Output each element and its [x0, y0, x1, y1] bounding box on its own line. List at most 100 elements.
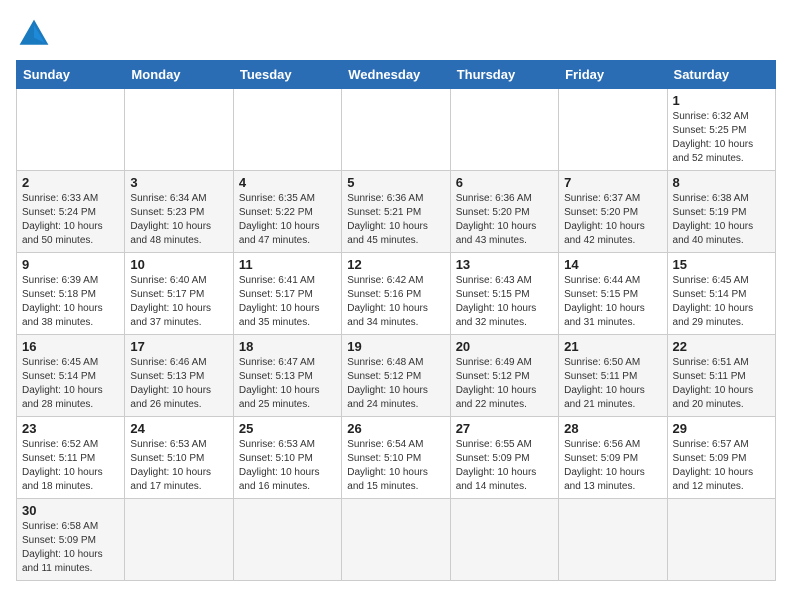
- day-info: Sunrise: 6:51 AM Sunset: 5:11 PM Dayligh…: [673, 356, 770, 412]
- day-info: Sunrise: 6:36 AM Sunset: 5:21 PM Dayligh…: [347, 192, 444, 248]
- day-number: 27: [456, 421, 553, 436]
- calendar-header-row: SundayMondayTuesdayWednesdayThursdayFrid…: [17, 61, 776, 89]
- day-info: Sunrise: 6:58 AM Sunset: 5:09 PM Dayligh…: [22, 520, 119, 576]
- calendar-cell: 20 Sunrise: 6:49 AM Sunset: 5:12 PM Dayli…: [450, 335, 558, 417]
- day-header-friday: Friday: [559, 61, 667, 89]
- day-info: Sunrise: 6:37 AM Sunset: 5:20 PM Dayligh…: [564, 192, 661, 248]
- calendar-cell: [667, 499, 775, 581]
- day-info: Sunrise: 6:53 AM Sunset: 5:10 PM Dayligh…: [239, 438, 336, 494]
- day-number: 22: [673, 339, 770, 354]
- day-header-tuesday: Tuesday: [233, 61, 341, 89]
- day-number: 4: [239, 175, 336, 190]
- calendar-cell: [559, 89, 667, 171]
- day-number: 13: [456, 257, 553, 272]
- day-info: Sunrise: 6:32 AM Sunset: 5:25 PM Dayligh…: [673, 110, 770, 166]
- calendar-cell: 12 Sunrise: 6:42 AM Sunset: 5:16 PM Dayli…: [342, 253, 450, 335]
- calendar-week-row: 2 Sunrise: 6:33 AM Sunset: 5:24 PM Daylig…: [17, 171, 776, 253]
- calendar-cell: [125, 89, 233, 171]
- calendar-cell: 4 Sunrise: 6:35 AM Sunset: 5:22 PM Daylig…: [233, 171, 341, 253]
- calendar-cell: [450, 499, 558, 581]
- day-info: Sunrise: 6:54 AM Sunset: 5:10 PM Dayligh…: [347, 438, 444, 494]
- day-number: 11: [239, 257, 336, 272]
- calendar-cell: 22 Sunrise: 6:51 AM Sunset: 5:11 PM Dayli…: [667, 335, 775, 417]
- day-number: 9: [22, 257, 119, 272]
- calendar-cell: 3 Sunrise: 6:34 AM Sunset: 5:23 PM Daylig…: [125, 171, 233, 253]
- day-number: 7: [564, 175, 661, 190]
- day-info: Sunrise: 6:44 AM Sunset: 5:15 PM Dayligh…: [564, 274, 661, 330]
- calendar-week-row: 16 Sunrise: 6:45 AM Sunset: 5:14 PM Dayli…: [17, 335, 776, 417]
- calendar-cell: 11 Sunrise: 6:41 AM Sunset: 5:17 PM Dayli…: [233, 253, 341, 335]
- calendar-cell: 6 Sunrise: 6:36 AM Sunset: 5:20 PM Daylig…: [450, 171, 558, 253]
- day-number: 20: [456, 339, 553, 354]
- day-number: 2: [22, 175, 119, 190]
- day-number: 23: [22, 421, 119, 436]
- calendar-cell: 26 Sunrise: 6:54 AM Sunset: 5:10 PM Dayli…: [342, 417, 450, 499]
- day-number: 18: [239, 339, 336, 354]
- day-number: 15: [673, 257, 770, 272]
- day-number: 17: [130, 339, 227, 354]
- logo: [16, 16, 56, 52]
- calendar-cell: 29 Sunrise: 6:57 AM Sunset: 5:09 PM Dayli…: [667, 417, 775, 499]
- calendar-cell: [450, 89, 558, 171]
- day-info: Sunrise: 6:47 AM Sunset: 5:13 PM Dayligh…: [239, 356, 336, 412]
- day-number: 26: [347, 421, 444, 436]
- calendar-week-row: 30 Sunrise: 6:58 AM Sunset: 5:09 PM Dayli…: [17, 499, 776, 581]
- calendar-week-row: 23Sunrise: 6:52 AM Sunset: 5:11 PM Dayli…: [17, 417, 776, 499]
- calendar-cell: [233, 89, 341, 171]
- day-info: Sunrise: 6:42 AM Sunset: 5:16 PM Dayligh…: [347, 274, 444, 330]
- day-number: 3: [130, 175, 227, 190]
- day-number: 24: [130, 421, 227, 436]
- day-info: Sunrise: 6:45 AM Sunset: 5:14 PM Dayligh…: [22, 356, 119, 412]
- calendar-cell: 9 Sunrise: 6:39 AM Sunset: 5:18 PM Daylig…: [17, 253, 125, 335]
- calendar-cell: 8Sunrise: 6:38 AM Sunset: 5:19 PM Daylig…: [667, 171, 775, 253]
- day-number: 21: [564, 339, 661, 354]
- calendar-cell: 21 Sunrise: 6:50 AM Sunset: 5:11 PM Dayli…: [559, 335, 667, 417]
- calendar-cell: 2 Sunrise: 6:33 AM Sunset: 5:24 PM Daylig…: [17, 171, 125, 253]
- day-number: 14: [564, 257, 661, 272]
- calendar-cell: [342, 89, 450, 171]
- day-info: Sunrise: 6:46 AM Sunset: 5:13 PM Dayligh…: [130, 356, 227, 412]
- day-info: Sunrise: 6:45 AM Sunset: 5:14 PM Dayligh…: [673, 274, 770, 330]
- logo-icon: [16, 16, 52, 52]
- day-info: Sunrise: 6:41 AM Sunset: 5:17 PM Dayligh…: [239, 274, 336, 330]
- day-number: 28: [564, 421, 661, 436]
- calendar-cell: 15 Sunrise: 6:45 AM Sunset: 5:14 PM Dayli…: [667, 253, 775, 335]
- calendar-cell: 30 Sunrise: 6:58 AM Sunset: 5:09 PM Dayli…: [17, 499, 125, 581]
- day-number: 10: [130, 257, 227, 272]
- day-number: 1: [673, 93, 770, 108]
- day-info: Sunrise: 6:50 AM Sunset: 5:11 PM Dayligh…: [564, 356, 661, 412]
- day-number: 29: [673, 421, 770, 436]
- day-number: 12: [347, 257, 444, 272]
- day-info: Sunrise: 6:53 AM Sunset: 5:10 PM Dayligh…: [130, 438, 227, 494]
- calendar-cell: 7 Sunrise: 6:37 AM Sunset: 5:20 PM Daylig…: [559, 171, 667, 253]
- calendar-cell: [125, 499, 233, 581]
- day-info: Sunrise: 6:43 AM Sunset: 5:15 PM Dayligh…: [456, 274, 553, 330]
- day-number: 6: [456, 175, 553, 190]
- day-info: Sunrise: 6:36 AM Sunset: 5:20 PM Dayligh…: [456, 192, 553, 248]
- calendar-cell: [559, 499, 667, 581]
- day-info: Sunrise: 6:56 AM Sunset: 5:09 PM Dayligh…: [564, 438, 661, 494]
- day-number: 30: [22, 503, 119, 518]
- calendar-cell: 5 Sunrise: 6:36 AM Sunset: 5:21 PM Daylig…: [342, 171, 450, 253]
- calendar-cell: 10 Sunrise: 6:40 AM Sunset: 5:17 PM Dayli…: [125, 253, 233, 335]
- day-header-thursday: Thursday: [450, 61, 558, 89]
- calendar-cell: 24 Sunrise: 6:53 AM Sunset: 5:10 PM Dayli…: [125, 417, 233, 499]
- day-info: Sunrise: 6:38 AM Sunset: 5:19 PM Dayligh…: [673, 192, 770, 248]
- day-info: Sunrise: 6:40 AM Sunset: 5:17 PM Dayligh…: [130, 274, 227, 330]
- day-info: Sunrise: 6:49 AM Sunset: 5:12 PM Dayligh…: [456, 356, 553, 412]
- day-header-monday: Monday: [125, 61, 233, 89]
- day-info: Sunrise: 6:33 AM Sunset: 5:24 PM Dayligh…: [22, 192, 119, 248]
- calendar-cell: [342, 499, 450, 581]
- calendar-cell: 13 Sunrise: 6:43 AM Sunset: 5:15 PM Dayli…: [450, 253, 558, 335]
- day-number: 5: [347, 175, 444, 190]
- calendar-cell: [17, 89, 125, 171]
- day-info: Sunrise: 6:48 AM Sunset: 5:12 PM Dayligh…: [347, 356, 444, 412]
- calendar-cell: 28 Sunrise: 6:56 AM Sunset: 5:09 PM Dayli…: [559, 417, 667, 499]
- day-number: 16: [22, 339, 119, 354]
- day-info: Sunrise: 6:35 AM Sunset: 5:22 PM Dayligh…: [239, 192, 336, 248]
- day-info: Sunrise: 6:39 AM Sunset: 5:18 PM Dayligh…: [22, 274, 119, 330]
- day-info: Sunrise: 6:34 AM Sunset: 5:23 PM Dayligh…: [130, 192, 227, 248]
- day-info: Sunrise: 6:57 AM Sunset: 5:09 PM Dayligh…: [673, 438, 770, 494]
- day-header-saturday: Saturday: [667, 61, 775, 89]
- calendar-cell: 25Sunrise: 6:53 AM Sunset: 5:10 PM Dayli…: [233, 417, 341, 499]
